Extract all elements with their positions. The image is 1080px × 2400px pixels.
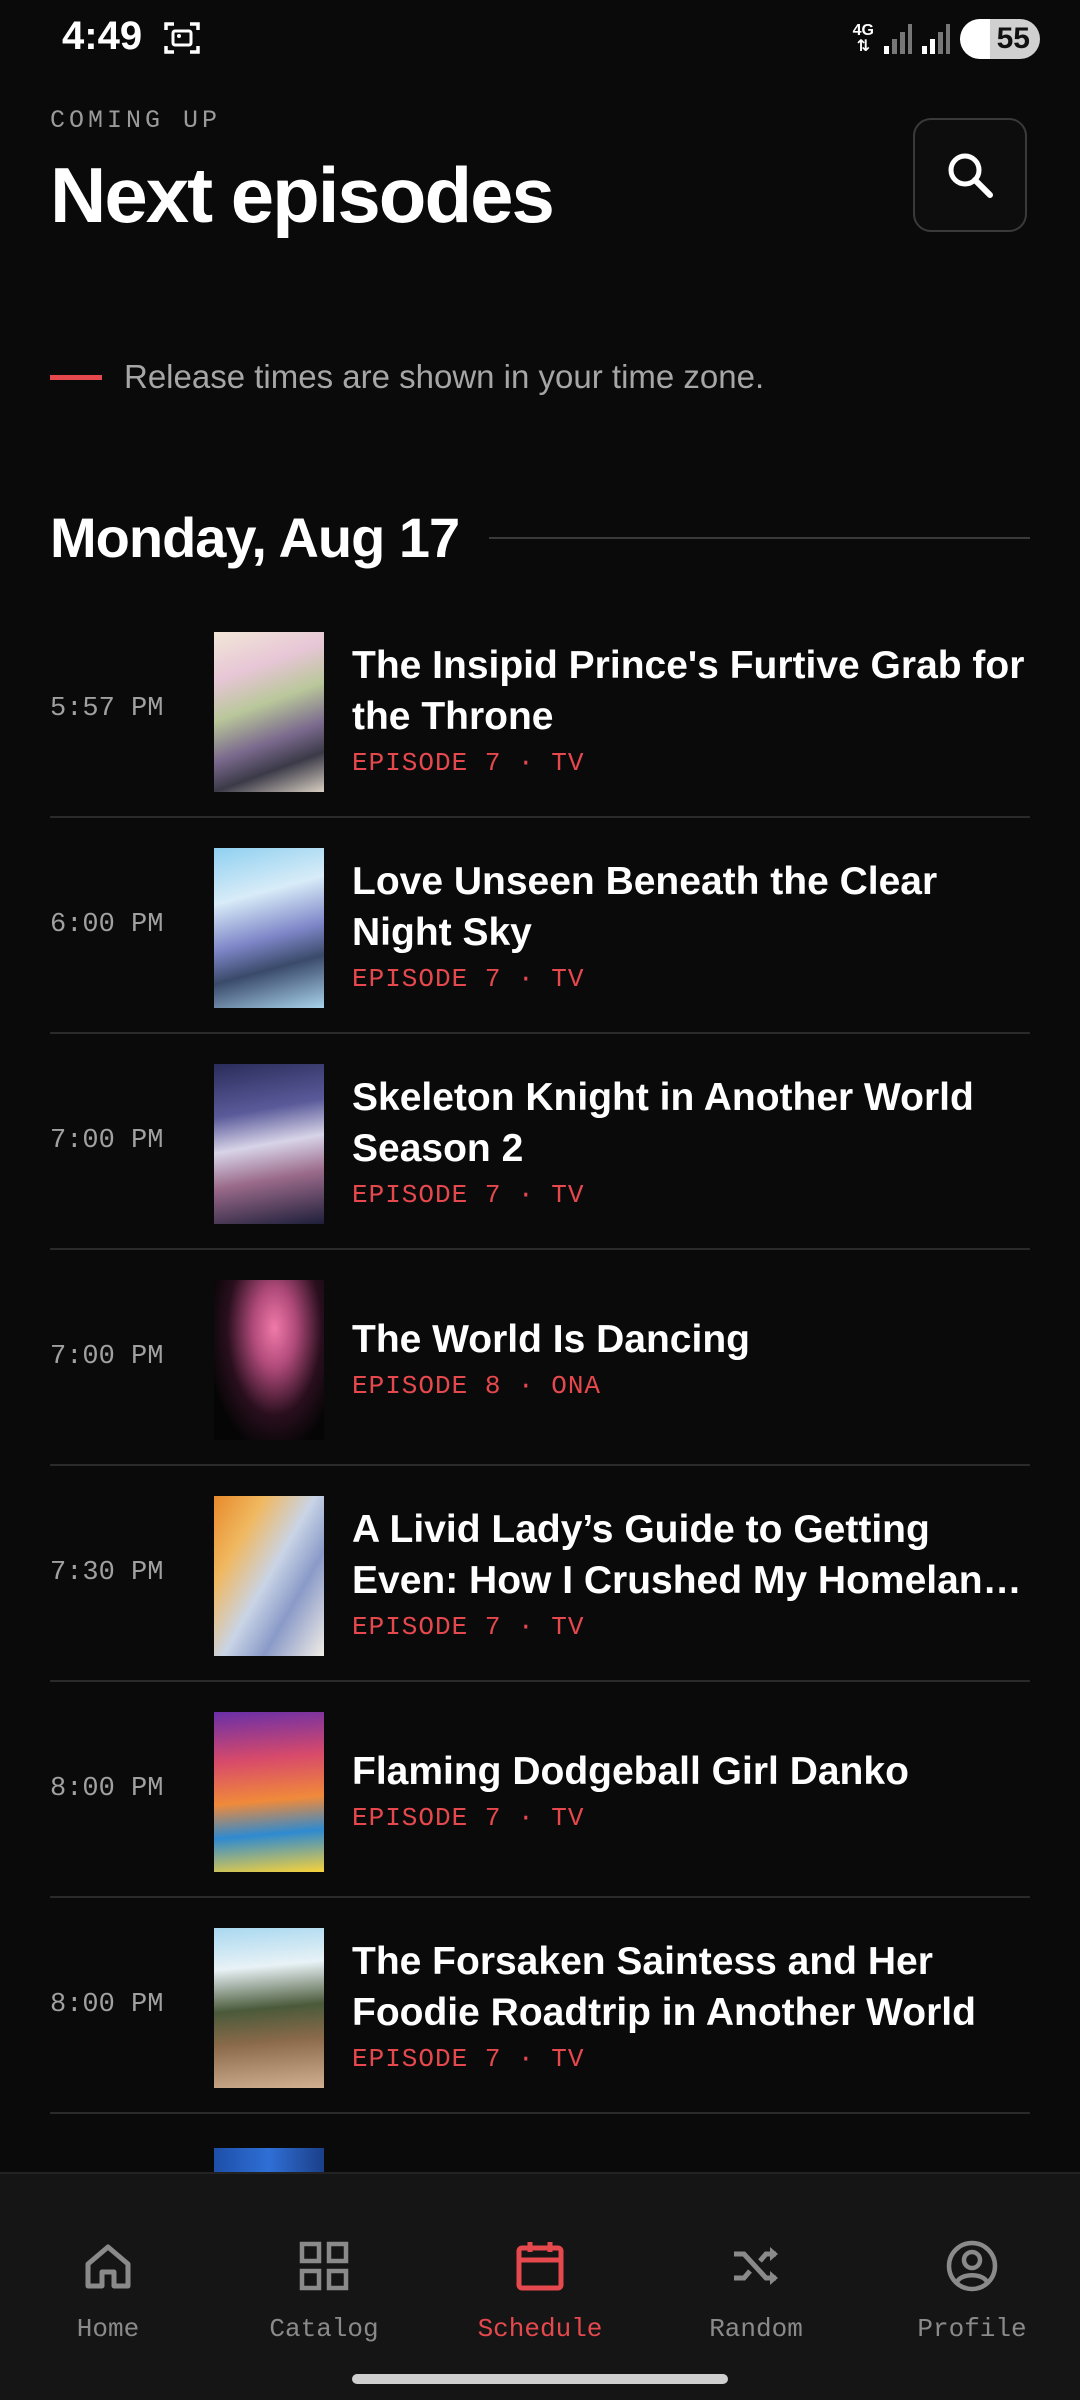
- episode-row[interactable]: 7:00 PM Skeleton Knight in Another World…: [50, 1034, 1030, 1250]
- episode-title: A Livid Lady’s Guide to Getting Even: Ho…: [352, 1508, 1007, 1602]
- episode-meta: EPISODE 8 · ONA: [352, 1370, 602, 1401]
- episode-title: Skeleton Knight in Another World Season …: [352, 1076, 974, 1170]
- nav-random[interactable]: Random: [648, 2174, 864, 2344]
- screenshot-icon: [164, 22, 200, 54]
- episode-meta: EPISODE 7 · TV: [352, 2044, 585, 2074]
- day-divider: [489, 536, 1030, 539]
- episode-thumbnail: [214, 632, 324, 792]
- nav-schedule[interactable]: Schedule: [432, 2174, 648, 2344]
- network-label: 4G: [852, 22, 874, 39]
- data-arrows-icon: ⇅: [856, 38, 871, 55]
- nav-home[interactable]: Home: [0, 2174, 216, 2344]
- status-bar: 4:49 4G ⇅ 55: [0, 0, 1080, 80]
- grid-icon: [299, 2241, 349, 2291]
- episode-title: Flaming Dodgeball Girl Danko: [352, 1749, 909, 1793]
- section-eyebrow: COMING UP: [50, 106, 222, 135]
- calendar-icon: [516, 2242, 564, 2291]
- page-title: Next episodes: [50, 151, 555, 239]
- bottom-nav: Home Catalog Schedule Random Profile: [0, 2172, 1080, 2400]
- search-button[interactable]: [913, 118, 1027, 232]
- episode-meta: EPISODE 7 · TV: [352, 1612, 585, 1642]
- episode-row[interactable]: 8:00 PM The Forsaken Saintess and Her Fo…: [50, 1898, 1030, 2114]
- episode-title: Love Unseen Beneath the Clear Night Sky: [352, 860, 938, 954]
- nav-catalog[interactable]: Catalog: [216, 2174, 432, 2344]
- episode-thumbnail: [214, 1280, 324, 1440]
- episode-meta: EPISODE 7 · TV: [352, 1802, 585, 1833]
- episode-row[interactable]: 8:00 PM Flaming Dodgeball Girl Danko EPI…: [50, 1682, 1030, 1898]
- home-icon: [85, 2244, 131, 2289]
- release-time: 8:00 PM: [50, 1990, 164, 2020]
- episode-meta: EPISODE 7 · TV: [352, 964, 585, 994]
- release-time: 7:30 PM: [50, 1558, 164, 1588]
- nav-profile[interactable]: Profile: [864, 2174, 1080, 2344]
- search-icon: [948, 153, 993, 198]
- episode-thumbnail: [214, 1712, 324, 1872]
- episode-title: The Forsaken Saintess and Her Foodie Roa…: [352, 1940, 976, 2034]
- nav-label: Catalog: [269, 2314, 379, 2344]
- release-time: 8:00 PM: [50, 1774, 164, 1804]
- episode-meta: EPISODE 7 · TV: [352, 748, 585, 778]
- signal-icon-2: [922, 24, 950, 54]
- episode-title: The World Is Dancing: [352, 1317, 750, 1361]
- status-icons: 4G ⇅ 55: [853, 16, 1040, 62]
- battery-indicator: 55: [960, 19, 1040, 59]
- partial-episode-thumbnail: [214, 2148, 324, 2172]
- nav-label: Home: [76, 2314, 140, 2344]
- profile-icon: [946, 2240, 998, 2292]
- episode-row[interactable]: 7:30 PM A Livid Lady’s Guide to Getting …: [50, 1466, 1030, 1682]
- timezone-notice-text: Release times are shown in your time zon…: [124, 358, 765, 395]
- episode-thumbnail: [214, 848, 324, 1008]
- episode-title: The Insipid Prince's Furtive Grab for th…: [352, 644, 1025, 738]
- episode-list: 5:57 PM The Insipid Prince's Furtive Gra…: [50, 602, 1030, 2114]
- timezone-notice: Release times are shown in your time zon…: [50, 358, 764, 396]
- episode-row[interactable]: 7:00 PM The World Is Dancing EPISODE 8 ·…: [50, 1250, 1030, 1466]
- network-indicator: 4G ⇅: [853, 23, 874, 55]
- episode-thumbnail: [214, 1496, 324, 1656]
- nav-label: Random: [709, 2314, 803, 2344]
- release-time: 7:00 PM: [50, 1126, 164, 1156]
- signal-icon: [884, 24, 912, 54]
- day-header: Monday, Aug 17: [50, 505, 1030, 570]
- battery-level: 55: [996, 22, 1030, 55]
- release-time: 5:57 PM: [50, 694, 164, 724]
- home-indicator[interactable]: [352, 2374, 728, 2384]
- day-title: Monday, Aug 17: [50, 506, 460, 569]
- shuffle-icon: [734, 2247, 778, 2285]
- nav-label: Schedule: [477, 2314, 603, 2344]
- episode-row[interactable]: 5:57 PM The Insipid Prince's Furtive Gra…: [50, 602, 1030, 818]
- episode-meta: EPISODE 7 · TV: [352, 1180, 585, 1210]
- episode-thumbnail: [214, 1928, 324, 2088]
- release-time: 6:00 PM: [50, 910, 164, 940]
- status-time: 4:49: [62, 14, 143, 58]
- accent-dash: [50, 374, 102, 380]
- episode-row[interactable]: 6:00 PM Love Unseen Beneath the Clear Ni…: [50, 818, 1030, 1034]
- nav-label: Profile: [917, 2314, 1027, 2344]
- episode-thumbnail: [214, 1064, 324, 1224]
- release-time: 7:00 PM: [50, 1342, 164, 1372]
